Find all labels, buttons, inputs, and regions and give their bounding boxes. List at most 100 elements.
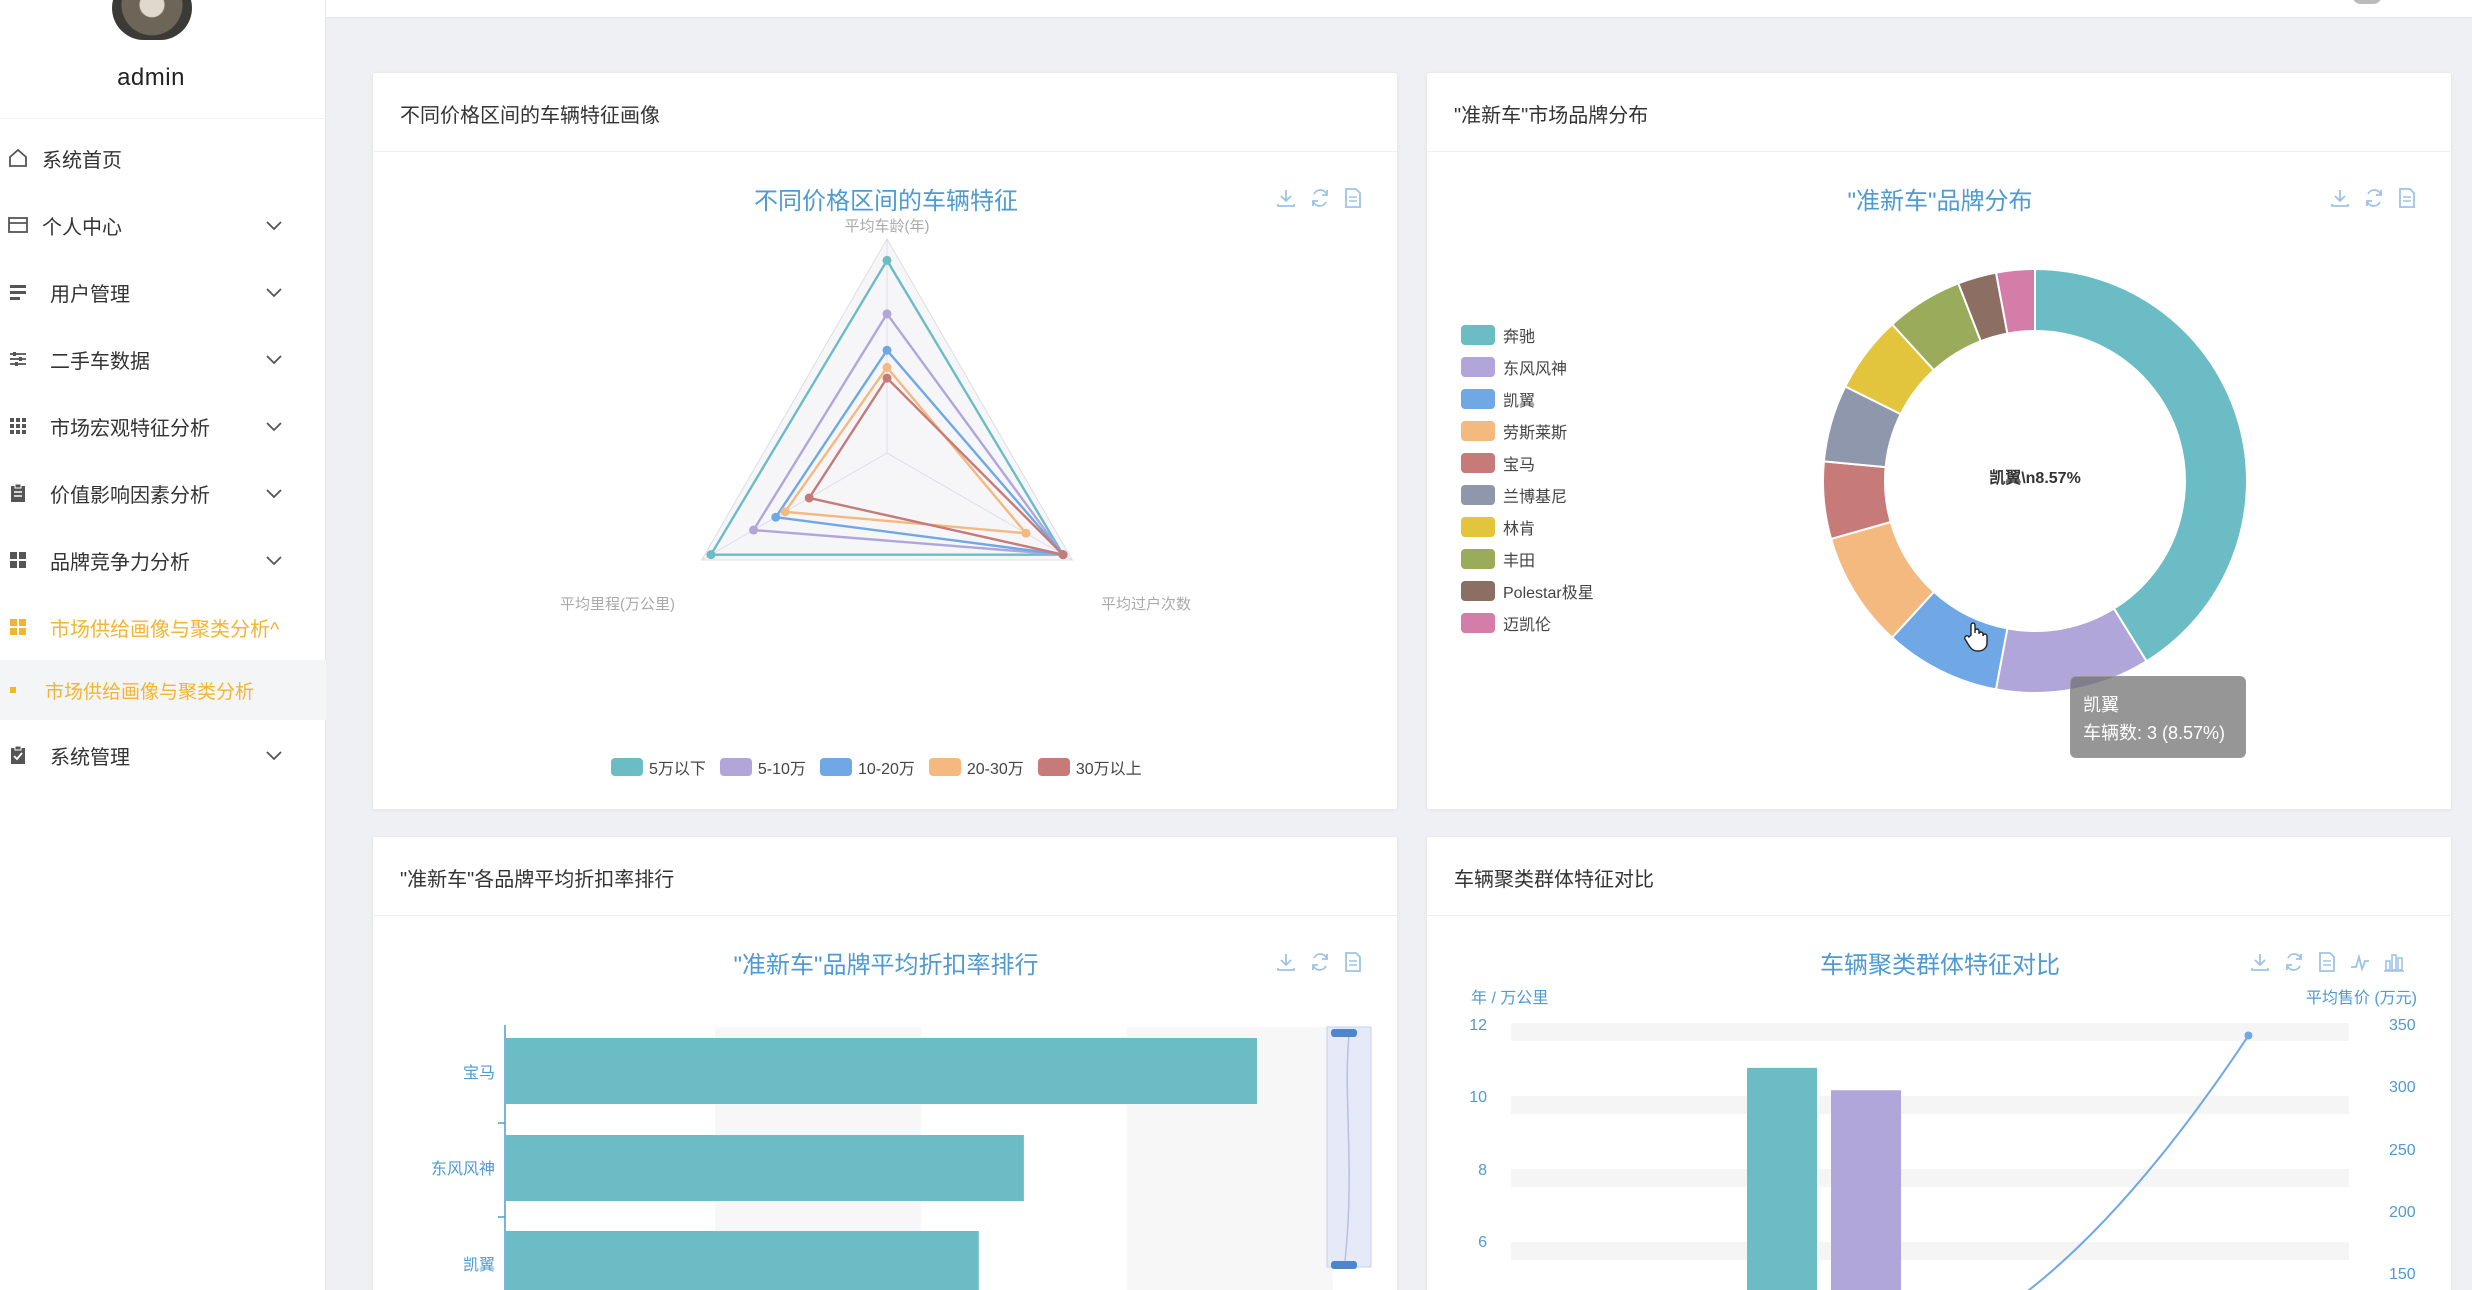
chevron-down-icon [264, 282, 284, 302]
pie-card: "准新车"市场品牌分布 "准新车"品牌分布 奔驰 东风风神 凯翼 劳斯莱斯 宝马… [1426, 72, 2452, 810]
top-bar [326, 0, 2472, 18]
legend-item[interactable]: 5-10万 [719, 755, 806, 779]
sidebar-item-system-management[interactable]: 系统管理 [0, 725, 326, 785]
donut-chart: 凯翼\n8.57% [1822, 267, 2248, 694]
bar [505, 1135, 1024, 1201]
legend-label: 5万以下 [649, 761, 706, 778]
y-tick-label: 6 [1478, 1234, 1487, 1251]
sidebar-item-label: 品牌竞争力分析 [50, 551, 190, 574]
radar-point [706, 550, 716, 560]
legend-swatch [819, 758, 852, 776]
hand-cursor-icon [1964, 622, 1988, 652]
cluster-grid [1511, 1023, 2349, 1290]
sidebar-item-label: 系统管理 [50, 746, 130, 769]
y2-tick-label: 200 [2389, 1204, 2416, 1221]
legend-swatch [719, 758, 752, 776]
dashboard-icon [6, 615, 30, 639]
grid-band [1511, 1242, 2349, 1260]
datazoom-slider[interactable] [1326, 1026, 1372, 1269]
legend-item[interactable]: 10-20万 [819, 755, 915, 779]
y2-axis-title: 平均售价 (万元) [2306, 989, 2417, 1007]
sidebar-subitem-market-supply-clustering[interactable]: 市场供给画像与聚类分析 [0, 660, 326, 720]
y2-tick-label: 250 [2389, 1142, 2416, 1159]
radar-point [882, 309, 892, 319]
y-tick-label: 东风风神 [431, 1160, 495, 1178]
bar [1747, 1067, 1817, 1290]
grid-band [1511, 1278, 2349, 1290]
sidebar-subitem-label: 市场供给画像与聚类分析 [45, 681, 255, 703]
chart-tooltip: 凯翼 车辆数: 3 (8.57%) [2070, 676, 2246, 758]
bar [505, 1231, 979, 1290]
sidebar-item-label: 市场供给画像与聚类分析^ [50, 618, 280, 641]
chevron-down-icon [264, 550, 284, 570]
bar [505, 1038, 1257, 1104]
legend-label: 20-30万 [966, 761, 1024, 778]
sidebar-item-market-supply-clustering[interactable]: 市场供给画像与聚类分析^ [0, 597, 326, 657]
sidebar-item-label: 个人中心 [42, 216, 122, 239]
chevron-down-icon [264, 416, 284, 436]
header-avatar[interactable] [2352, 0, 2382, 4]
sidebar-item-label: 用户管理 [50, 283, 130, 306]
y-tick-label: 8 [1478, 1162, 1487, 1179]
grid-band [1511, 1059, 2349, 1078]
sidebar-item-home[interactable]: 系统首页 [0, 128, 326, 188]
radar-grid [700, 237, 1074, 561]
sidebar-divider [0, 118, 326, 119]
user-name: admin [117, 64, 185, 91]
legend-item[interactable]: 5万以下 [611, 755, 706, 779]
chevron-down-icon [264, 349, 284, 369]
sidebar-item-brand-competitiveness[interactable]: 品牌竞争力分析 [0, 530, 326, 590]
radar-legend: 5万以下 5-10万 10-20万 20-30万 30万以上 [611, 755, 1142, 779]
sidebar-item-label: 二手车数据 [50, 350, 150, 373]
y2-tick-label: 350 [2389, 1017, 2416, 1034]
radar-point [749, 525, 759, 535]
line-point [2244, 1031, 2253, 1040]
y-tick-label: 凯翼 [463, 1256, 495, 1274]
tooltip-title: 凯翼 [2083, 695, 2119, 715]
sidebar: admin 系统首页 个人中心 用户管理 二手车数据 市场宏观特征分析 价值影响… [0, 0, 326, 1290]
home-icon [6, 146, 30, 170]
cluster-combo-chart: 年 / 万公里 平均售价 (万元) 12 10 8 6 350 300 250 … [1469, 989, 2417, 1290]
chevron-down-icon [264, 215, 284, 235]
radar-point [882, 345, 892, 355]
radar-point [882, 255, 892, 265]
sidebar-item-user-management[interactable]: 用户管理 [0, 262, 326, 322]
chevron-down-icon [264, 483, 284, 503]
legend-item[interactable]: 30万以上 [1037, 755, 1142, 779]
sidebar-item-market-macro[interactable]: 市场宏观特征分析 [0, 396, 326, 456]
sliders-icon [6, 347, 30, 371]
wallet-icon [6, 213, 30, 237]
legend-swatch [1037, 758, 1070, 776]
radar-point [771, 512, 781, 522]
grid-icon [6, 414, 30, 438]
grid-band [1511, 1023, 2349, 1041]
donut-center-label: 凯翼\n8.57% [1989, 468, 2081, 487]
dashboard-icon [6, 548, 30, 572]
donut-slice [2034, 267, 2248, 663]
y2-tick-label: 300 [2389, 1079, 2416, 1096]
bar [1831, 1090, 1901, 1290]
grid-band [1511, 1096, 2349, 1114]
sidebar-item-label: 价值影响因素分析 [50, 484, 210, 507]
avatar[interactable] [112, 0, 192, 40]
radar-indicator-label: 平均过户次数 [1101, 596, 1191, 613]
list-icon [6, 280, 30, 304]
radar-indicator-label: 平均里程(万公里) [560, 596, 675, 613]
clipboard-check-icon [6, 743, 30, 767]
legend-label: 30万以上 [1075, 761, 1142, 778]
datazoom-handle-bottom[interactable] [1331, 1261, 1357, 1269]
sidebar-item-label: 市场宏观特征分析 [50, 417, 210, 440]
sidebar-item-used-car-data[interactable]: 二手车数据 [0, 329, 326, 389]
radar-point [882, 362, 892, 372]
sidebar-item-value-factors[interactable]: 价值影响因素分析 [0, 463, 326, 523]
y-tick-label: 12 [1469, 1017, 1487, 1034]
sidebar-item-personal-center[interactable]: 个人中心 [0, 195, 326, 255]
legend-item[interactable]: 20-30万 [928, 755, 1024, 779]
y2-tick-label: 150 [2389, 1266, 2416, 1283]
radar-point [882, 373, 892, 383]
radar-point [1058, 550, 1068, 560]
bullet-icon [10, 687, 16, 693]
radar-point [780, 507, 790, 517]
datazoom-handle-top[interactable] [1331, 1029, 1357, 1037]
y-axis-title: 年 / 万公里 [1471, 989, 1548, 1007]
